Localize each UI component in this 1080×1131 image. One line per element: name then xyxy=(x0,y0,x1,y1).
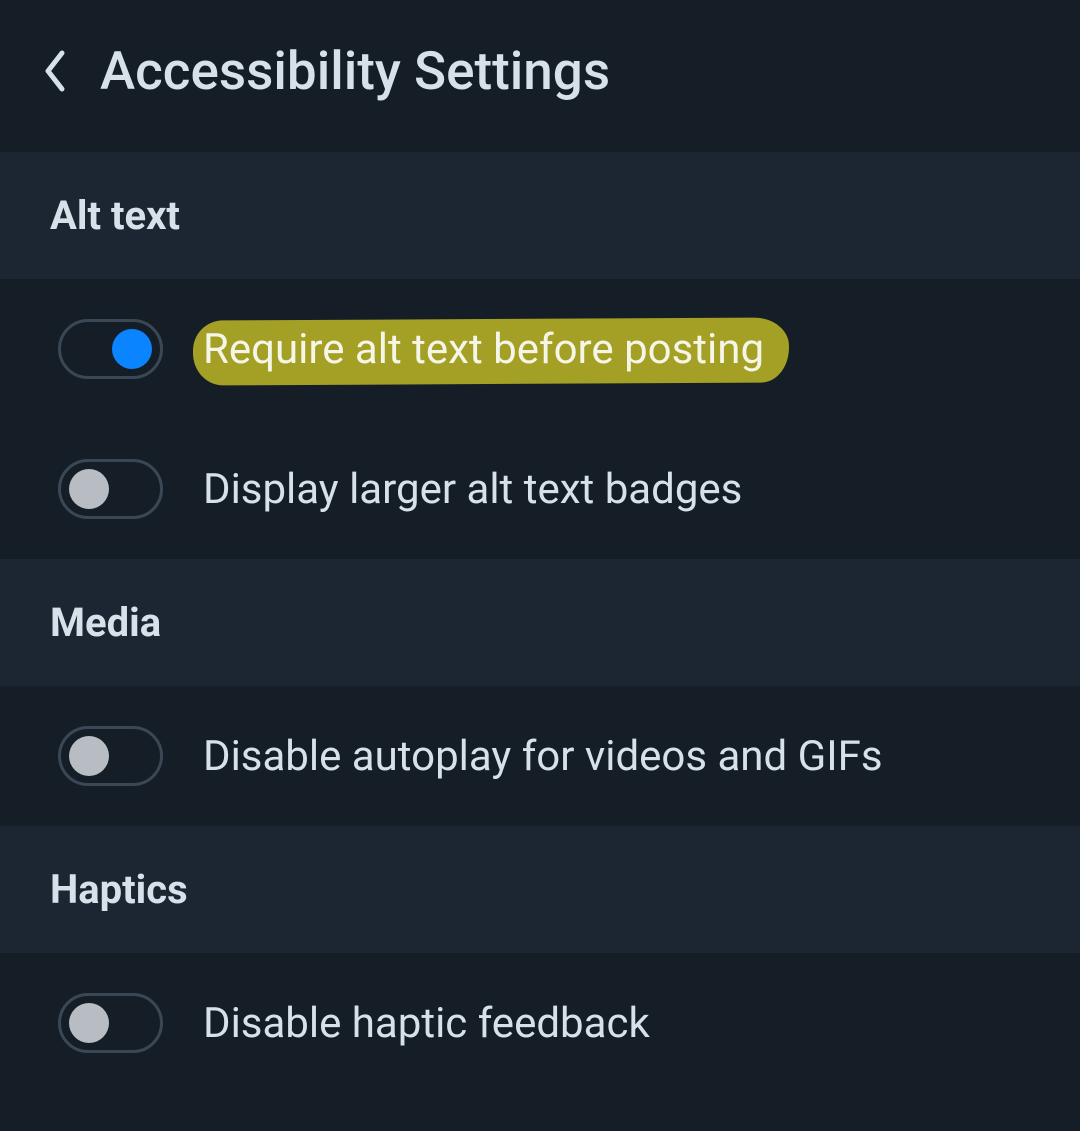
section-header-media: Media xyxy=(0,559,1080,686)
toggle-require-alt[interactable] xyxy=(58,319,163,379)
setting-row-require-alt[interactable]: Require alt text before posting xyxy=(0,279,1080,419)
toggle-knob xyxy=(69,469,109,509)
setting-label: Require alt text before posting xyxy=(203,325,764,374)
toggle-disable-haptic[interactable] xyxy=(58,993,163,1053)
toggle-knob xyxy=(69,1003,109,1043)
toggle-disable-autoplay[interactable] xyxy=(58,726,163,786)
setting-label: Disable autoplay for videos and GIFs xyxy=(203,732,883,781)
section-title: Alt text xyxy=(50,192,1030,239)
setting-row-larger-badges[interactable]: Display larger alt text badges xyxy=(0,419,1080,559)
page-title: Accessibility Settings xyxy=(100,40,610,102)
toggle-knob xyxy=(69,736,109,776)
back-button[interactable] xyxy=(40,47,70,95)
setting-label: Disable haptic feedback xyxy=(203,999,650,1048)
section-title: Haptics xyxy=(50,866,1030,913)
section-header-alt-text: Alt text xyxy=(0,152,1080,279)
highlight-annotation: Require alt text before posting xyxy=(203,325,764,374)
toggle-knob xyxy=(112,329,152,369)
section-title: Media xyxy=(50,599,1030,646)
setting-row-disable-autoplay[interactable]: Disable autoplay for videos and GIFs xyxy=(0,686,1080,826)
page-header: Accessibility Settings xyxy=(0,0,1080,152)
toggle-larger-badges[interactable] xyxy=(58,459,163,519)
section-header-haptics: Haptics xyxy=(0,826,1080,953)
setting-label: Display larger alt text badges xyxy=(203,465,742,514)
chevron-left-icon xyxy=(40,47,70,95)
setting-row-disable-haptic[interactable]: Disable haptic feedback xyxy=(0,953,1080,1093)
